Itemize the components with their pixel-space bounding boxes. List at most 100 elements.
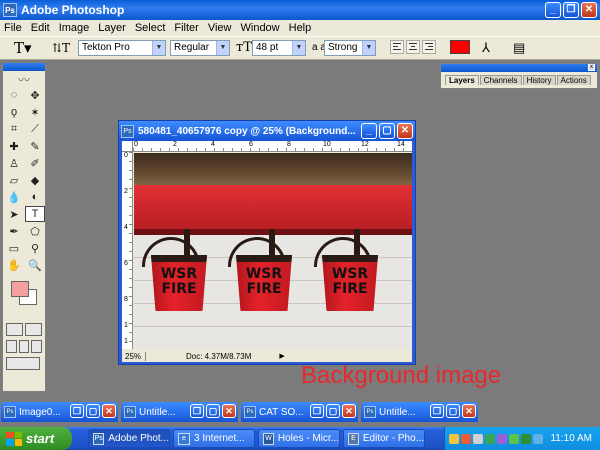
font-size-select[interactable]: 48 pt ▼ <box>252 40 306 56</box>
close-button[interactable]: ✕ <box>222 404 236 418</box>
restore-button[interactable]: ❐ <box>310 404 324 418</box>
path-select-icon[interactable]: ➤ <box>4 206 24 222</box>
tray-network-icon[interactable] <box>485 433 495 444</box>
zoom-level[interactable]: 25% <box>122 351 146 361</box>
maximize-button[interactable]: ▢ <box>86 404 100 418</box>
restore-button[interactable]: ❐ <box>430 404 444 418</box>
magic-wand-tool-icon[interactable]: ✶ <box>25 104 45 120</box>
maximize-button[interactable]: ▢ <box>379 123 395 139</box>
screen-mode-standard-button[interactable] <box>6 340 17 353</box>
eraser-tool-icon[interactable]: ▱ <box>4 172 24 188</box>
status-menu-arrow-icon[interactable]: ▶ <box>279 352 284 360</box>
align-left-button[interactable] <box>390 40 404 54</box>
menu-file[interactable]: File <box>4 22 22 34</box>
font-family-select[interactable]: Tekton Pro ▼ <box>78 40 166 56</box>
move-tool-icon[interactable]: ✥ <box>25 87 45 103</box>
menu-image[interactable]: Image <box>59 22 90 34</box>
healing-brush-icon[interactable]: ✚ <box>4 138 24 154</box>
close-icon[interactable]: x <box>588 64 595 71</box>
dodge-tool-icon[interactable]: ◐ <box>25 189 45 205</box>
menu-layer[interactable]: Layer <box>98 22 126 34</box>
minimize-button[interactable]: _ <box>545 2 561 18</box>
brush-tool-icon[interactable]: ✎ <box>25 138 45 154</box>
foreground-color-swatch[interactable] <box>11 281 29 297</box>
taskbar-item[interactable]: E Editor - Pho... <box>343 429 425 448</box>
type-tool-preset-icon[interactable]: T▾ <box>14 40 32 56</box>
text-orientation-icon[interactable]: ⇅T <box>52 40 70 56</box>
tab-layers[interactable]: Layers <box>445 75 479 85</box>
minimized-window[interactable]: Ps Untitle... ❐ ▢ ✕ <box>361 402 478 422</box>
tray-app-icon[interactable] <box>509 433 519 444</box>
minimized-window[interactable]: Ps Image0... ❐ ▢ ✕ <box>1 402 118 422</box>
tab-channels[interactable]: Channels <box>479 75 522 85</box>
restore-button[interactable]: ❐ <box>563 2 579 18</box>
close-button[interactable]: ✕ <box>581 2 597 18</box>
tray-app-icon[interactable] <box>497 433 507 444</box>
tray-volume-icon[interactable] <box>473 433 483 444</box>
screen-mode-full-menu-button[interactable] <box>18 340 30 353</box>
clone-stamp-icon[interactable]: ♙ <box>4 155 24 171</box>
type-tool-icon[interactable]: T <box>25 206 45 222</box>
menu-edit[interactable]: Edit <box>31 22 50 34</box>
image-canvas[interactable]: WSR FIRE WSR FIRE WSR FIRE <box>134 153 412 349</box>
tab-history[interactable]: History <box>522 75 556 85</box>
palette-header[interactable] <box>441 64 597 72</box>
text-color-swatch[interactable] <box>450 40 470 54</box>
antialias-select[interactable]: Strong ▼ <box>324 40 376 56</box>
palettes-toggle-icon[interactable]: ▤ <box>513 40 525 56</box>
start-button[interactable]: start <box>0 427 72 450</box>
document-size-info[interactable]: Doc: 4.37M/8.73M <box>186 352 251 361</box>
ruler-origin[interactable] <box>122 141 133 152</box>
minimize-button[interactable]: _ <box>361 123 377 139</box>
horizontal-ruler[interactable]: 0 2 4 6 8 10 12 14 <box>133 141 412 152</box>
screen-mode-full-button[interactable] <box>31 340 43 353</box>
slice-tool-icon[interactable]: ⟋ <box>25 121 45 137</box>
menu-view[interactable]: View <box>208 22 232 34</box>
close-button[interactable]: ✕ <box>342 404 356 418</box>
crop-tool-icon[interactable]: ⌗ <box>4 121 24 137</box>
blur-tool-icon[interactable]: 💧 <box>4 189 24 205</box>
taskbar-item[interactable]: e 3 Internet... <box>173 429 255 448</box>
maximize-button[interactable]: ▢ <box>206 404 220 418</box>
tray-safely-remove-icon[interactable] <box>521 433 531 444</box>
restore-button[interactable]: ❐ <box>190 404 204 418</box>
eyedropper-icon[interactable]: ⚲ <box>25 240 45 256</box>
close-button[interactable]: ✕ <box>462 404 476 418</box>
tray-connection-icon[interactable] <box>533 433 543 444</box>
maximize-button[interactable]: ▢ <box>446 404 460 418</box>
shape-tool-icon[interactable]: ⬠ <box>25 223 45 239</box>
feather-logo-icon[interactable]: 〰 <box>3 71 45 87</box>
taskbar-clock[interactable]: 11:10 AM <box>550 433 592 444</box>
hand-tool-icon[interactable]: ✋ <box>4 257 24 273</box>
menu-select[interactable]: Select <box>135 22 166 34</box>
pen-tool-icon[interactable]: ✒ <box>4 223 24 239</box>
marquee-tool-icon[interactable]: ◌ <box>4 87 24 103</box>
taskbar-item[interactable]: W Holes - Micr... <box>258 429 340 448</box>
menu-filter[interactable]: Filter <box>174 22 198 34</box>
align-center-button[interactable] <box>406 40 420 54</box>
taskbar-item[interactable]: Ps Adobe Phot... <box>88 429 170 448</box>
warp-text-icon[interactable]: ⅄ <box>482 40 490 56</box>
menu-help[interactable]: Help <box>289 22 312 34</box>
close-button[interactable]: ✕ <box>102 404 116 418</box>
maximize-button[interactable]: ▢ <box>326 404 340 418</box>
lasso-tool-icon[interactable]: ϙ <box>4 104 24 120</box>
restore-button[interactable]: ❐ <box>70 404 84 418</box>
imageready-button[interactable] <box>6 357 40 370</box>
standard-mode-button[interactable] <box>6 323 23 336</box>
zoom-tool-icon[interactable]: 🔍 <box>25 257 45 273</box>
minimized-window[interactable]: Ps Untitle... ❐ ▢ ✕ <box>121 402 238 422</box>
quickmask-mode-button[interactable] <box>25 323 42 336</box>
close-button[interactable]: ✕ <box>397 123 413 139</box>
document-title-bar[interactable]: Ps 580481_40657976 copy @ 25% (Backgroun… <box>119 121 415 141</box>
vertical-ruler[interactable]: 0 2 4 6 8 1 1 <box>122 152 133 349</box>
tray-app-icon[interactable] <box>461 433 471 444</box>
font-style-select[interactable]: Regular ▼ <box>170 40 230 56</box>
history-brush-icon[interactable]: ✐ <box>25 155 45 171</box>
menu-window[interactable]: Window <box>241 22 280 34</box>
tray-folder-icon[interactable] <box>449 433 459 444</box>
align-right-button[interactable] <box>422 40 436 54</box>
paint-bucket-icon[interactable]: ◆ <box>25 172 45 188</box>
tab-actions[interactable]: Actions <box>556 75 591 85</box>
minimized-window[interactable]: Ps CAT SO... ❐ ▢ ✕ <box>241 402 358 422</box>
